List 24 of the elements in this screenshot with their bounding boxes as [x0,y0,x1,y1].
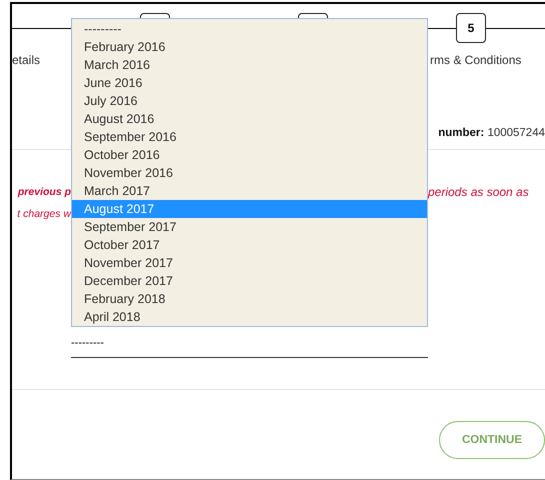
dropdown-option[interactable]: September 2016 [72,128,427,146]
dropdown-option[interactable]: February 2018 [72,290,427,308]
notice-text: periods as soon as [428,184,529,200]
dropdown-option[interactable]: December 2017 [72,272,427,290]
dropdown-option[interactable]: --------- [72,20,427,38]
dropdown-option[interactable]: November 2017 [72,254,427,272]
dropdown-option[interactable]: March 2017 [72,182,427,200]
step-number: 5 [456,13,486,43]
dropdown-option[interactable]: April 2018 [72,308,427,326]
dropdown-option[interactable]: July 2016 [72,92,427,110]
dropdown-option[interactable]: October 2017 [72,236,427,254]
dropdown-option[interactable]: March 2016 [72,56,427,74]
dropdown-option[interactable]: February 2016 [72,38,427,56]
dropdown-option[interactable]: November 2016 [72,164,427,182]
dropdown-option[interactable]: June 2016 [72,74,427,92]
notice-text: t charges w [17,207,71,222]
account-number: number: 100057244 [438,127,545,139]
notice-text: previous p [18,185,71,200]
step-label: etails [12,53,40,67]
dropdown-option[interactable]: August 2016 [72,110,427,128]
dropdown-option[interactable]: October 2016 [72,146,427,164]
period-select-field[interactable]: --------- [71,337,428,358]
step-label: rms & Conditions [430,53,522,67]
dropdown-option[interactable]: September 2017 [72,218,427,236]
